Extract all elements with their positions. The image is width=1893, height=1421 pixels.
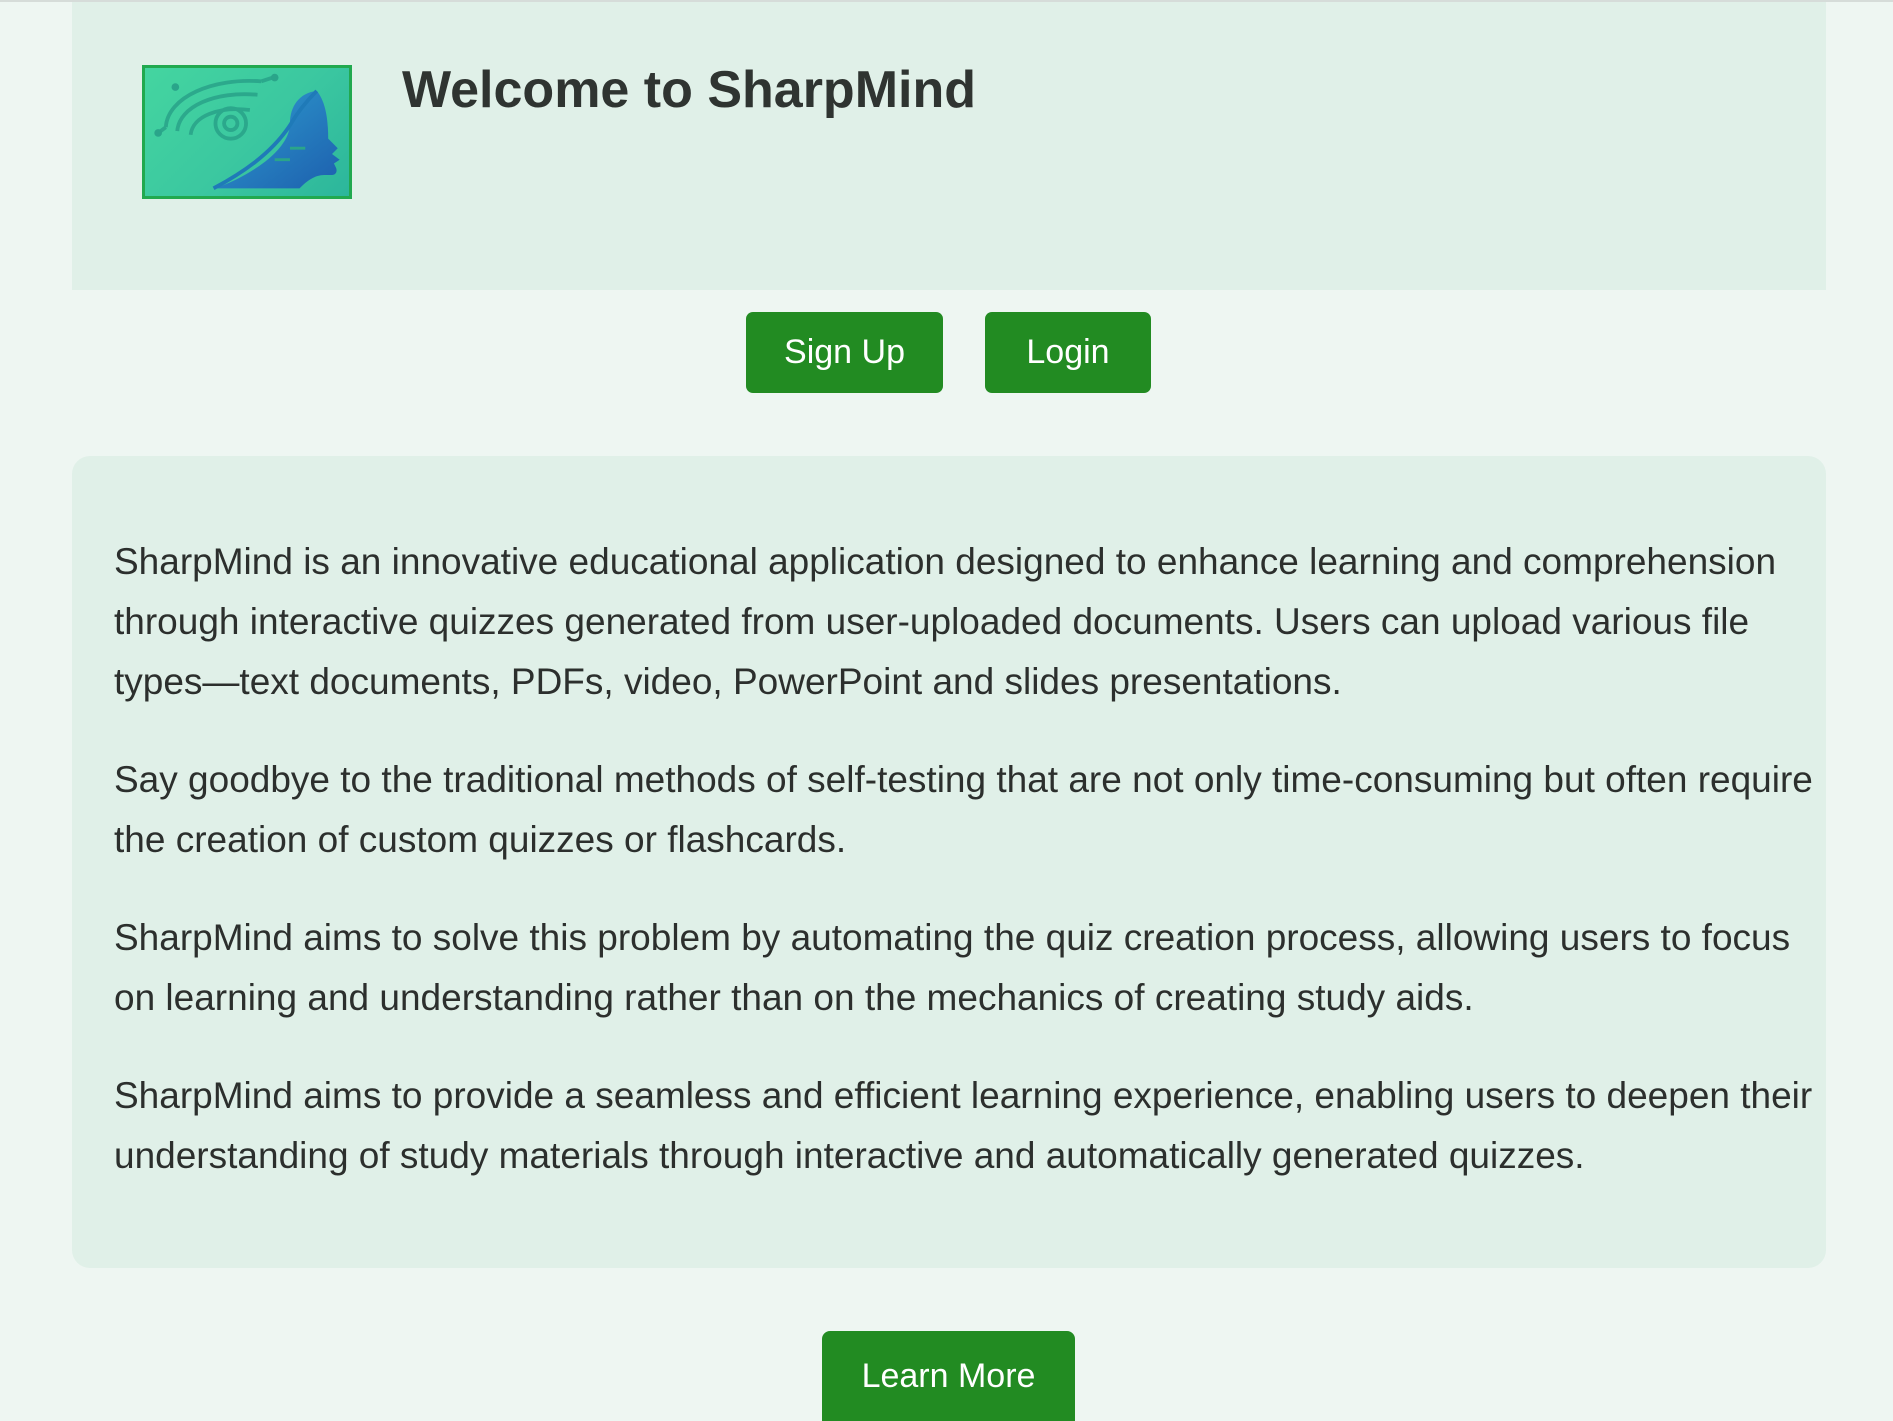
- intro-panel: SharpMind is an innovative educational a…: [72, 456, 1826, 1268]
- sign-up-button[interactable]: Sign Up: [746, 312, 943, 393]
- intro-paragraph: SharpMind aims to provide a seamless and…: [114, 1075, 1813, 1176]
- login-button[interactable]: Login: [985, 312, 1151, 393]
- intro-paragraph: SharpMind aims to solve this problem by …: [114, 917, 1791, 1018]
- brain-circuit-head-icon: [154, 73, 340, 191]
- header: Welcome to SharpMind: [72, 2, 1826, 290]
- logo: [142, 65, 352, 199]
- intro-paragraph: Say goodbye to the traditional methods o…: [114, 759, 1813, 860]
- learn-more-button[interactable]: Learn More: [822, 1331, 1075, 1421]
- intro-paragraph: SharpMind is an innovative educational a…: [114, 541, 1777, 702]
- page-title: Welcome to SharpMind: [402, 61, 976, 119]
